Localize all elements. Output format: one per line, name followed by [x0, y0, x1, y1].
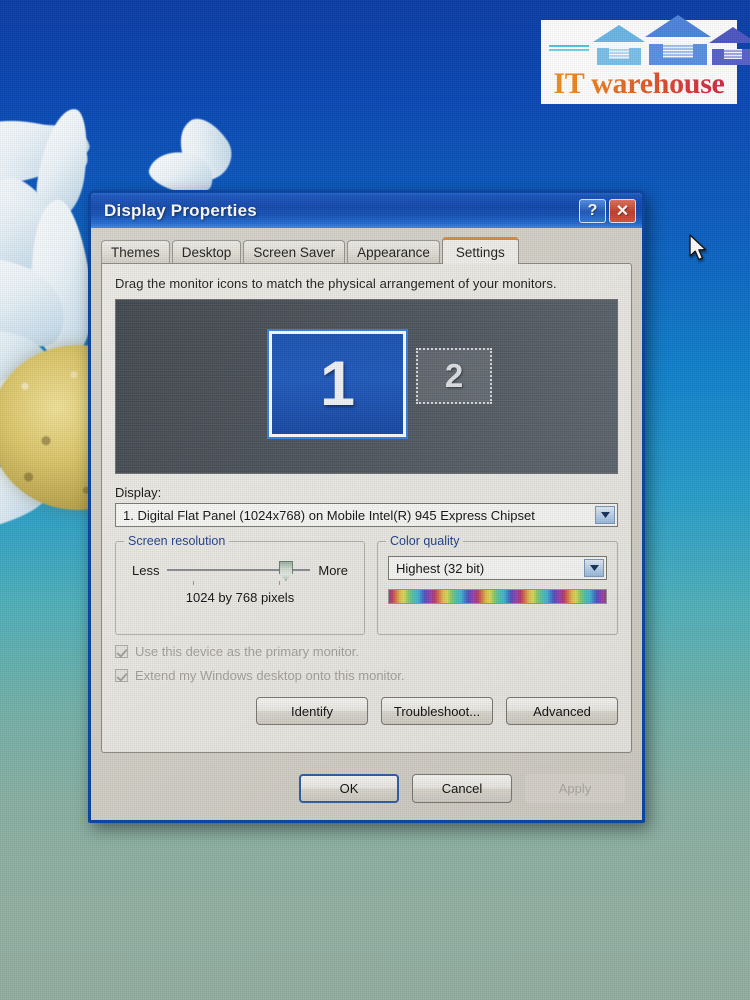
- display-label: Display:: [115, 485, 162, 500]
- settings-action-buttons: Identify Troubleshoot... Advanced: [115, 697, 618, 725]
- tab-settings[interactable]: Settings: [441, 237, 519, 264]
- logo-line-left: [549, 45, 589, 54]
- tab-screen-saver[interactable]: Screen Saver: [243, 240, 346, 263]
- slider-less-label: Less: [132, 562, 160, 578]
- screen-resolution-legend: Screen resolution: [124, 534, 230, 548]
- house-icon-right: [709, 27, 750, 65]
- resolution-slider[interactable]: [167, 557, 311, 585]
- color-quality-value: Highest (32 bit): [396, 560, 485, 576]
- help-icon[interactable]: ?: [579, 198, 606, 223]
- slider-thumb[interactable]: [278, 561, 293, 581]
- primary-monitor-checkbox: [115, 645, 128, 658]
- monitor-arrangement-preview[interactable]: 1 2: [115, 299, 618, 474]
- troubleshoot-button[interactable]: Troubleshoot...: [381, 697, 493, 725]
- advanced-button[interactable]: Advanced: [506, 697, 618, 725]
- dialog-titlebar[interactable]: Display Properties ? ✕: [91, 193, 642, 228]
- resolution-slider-row: Less More: [126, 556, 354, 585]
- display-dropdown[interactable]: 1. Digital Flat Panel (1024x768) on Mobi…: [115, 503, 618, 527]
- monitor-icon-1[interactable]: 1: [267, 329, 408, 439]
- extend-desktop-label: Extend my Windows desktop onto this moni…: [135, 668, 405, 683]
- arrow-cursor: [689, 234, 707, 261]
- color-quality-group: Color quality Highest (32 bit): [377, 534, 618, 635]
- display-dropdown-value: 1. Digital Flat Panel (1024x768) on Mobi…: [123, 507, 535, 523]
- settings-groups: Screen resolution Less More 1024 by 768 …: [115, 534, 618, 635]
- slider-more-label: More: [318, 562, 348, 578]
- color-quality-legend: Color quality: [386, 534, 464, 548]
- color-quality-dropdown[interactable]: Highest (32 bit): [388, 556, 607, 580]
- cancel-button[interactable]: Cancel: [412, 774, 512, 803]
- resolution-value: 1024 by 768 pixels: [185, 590, 295, 605]
- dialog-title: Display Properties: [104, 200, 257, 220]
- primary-monitor-label: Use this device as the primary monitor.: [135, 644, 359, 659]
- chevron-down-icon[interactable]: [584, 559, 604, 577]
- settings-tab-panel: Drag the monitor icons to match the phys…: [101, 263, 632, 753]
- arrangement-hint: Drag the monitor icons to match the phys…: [115, 276, 557, 291]
- identify-button[interactable]: Identify: [256, 697, 368, 725]
- chevron-down-icon[interactable]: [595, 506, 615, 524]
- color-gradient-strip: [388, 589, 607, 604]
- logo-text: IT warehouse: [549, 67, 729, 101]
- screen-resolution-group: Screen resolution Less More 1024 by 768 …: [115, 534, 365, 635]
- warehouse-icons: [549, 15, 750, 67]
- extend-desktop-checkbox-row: Extend my Windows desktop onto this moni…: [115, 668, 618, 683]
- ok-button[interactable]: OK: [299, 774, 399, 803]
- apply-button: Apply: [525, 774, 625, 803]
- extend-desktop-checkbox: [115, 669, 128, 682]
- tab-appearance[interactable]: Appearance: [347, 240, 440, 263]
- slider-ticks: [167, 581, 310, 585]
- house-icon-center: [645, 15, 711, 65]
- tab-desktop[interactable]: Desktop: [171, 240, 242, 263]
- close-icon[interactable]: ✕: [609, 198, 636, 223]
- it-warehouse-logo: IT warehouse: [541, 15, 750, 104]
- house-icon-left: [593, 25, 645, 65]
- monitor-icon-2[interactable]: 2: [416, 348, 492, 404]
- tab-themes[interactable]: Themes: [101, 240, 170, 263]
- tab-strip: Themes Desktop Screen Saver Appearance S…: [101, 236, 642, 264]
- display-properties-dialog: Display Properties ? ✕ Themes Desktop Sc…: [88, 190, 645, 823]
- primary-monitor-checkbox-row: Use this device as the primary monitor.: [115, 644, 618, 659]
- monitor-screen: IT warehouse Display Properties ? ✕ Them…: [0, 0, 750, 1000]
- dialog-footer: OK Cancel Apply: [91, 758, 642, 820]
